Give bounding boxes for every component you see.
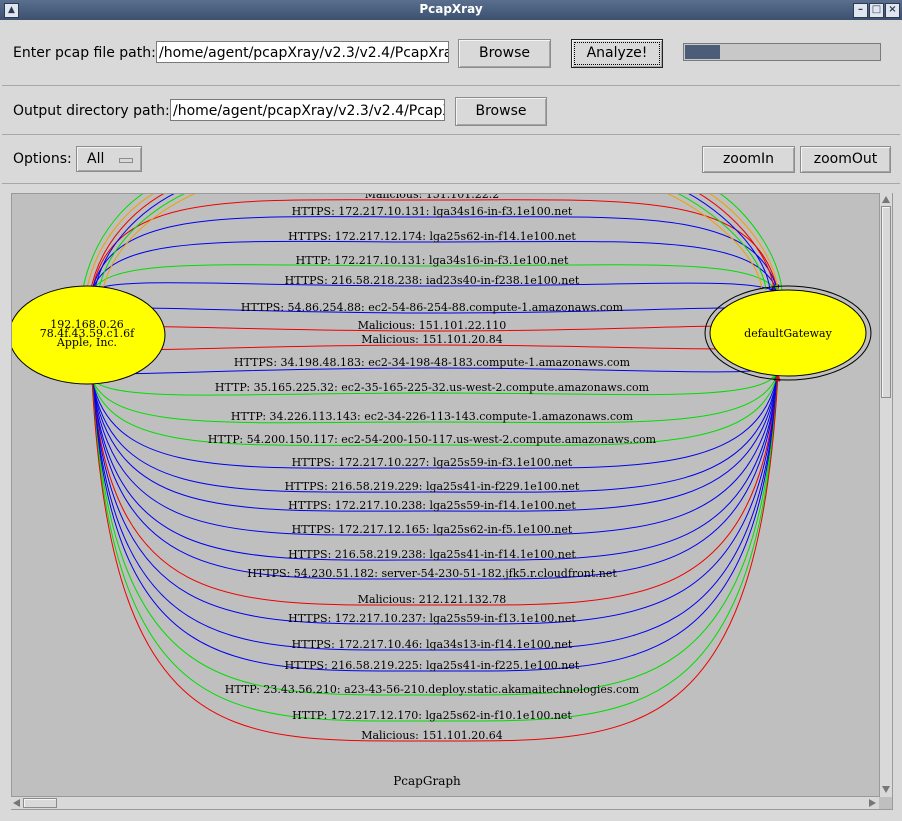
output-path-input[interactable]: /home/agent/pcapXray/v2.3/v2.4/PcapXray: [170, 99, 445, 121]
pcap-path-input[interactable]: /home/agent/pcapXray/v2.3/v2.4/PcapXray: [156, 41, 449, 63]
horizontal-scrollbar[interactable]: [11, 796, 879, 809]
scroll-right-icon[interactable]: [869, 799, 876, 807]
graph-edge-label: Malicious: 151.101.22.2: [365, 194, 500, 201]
graph-edge-label: HTTPS: 216.58.218.238: iad23s40-in-f238.…: [285, 274, 580, 287]
options-selected-value: All: [87, 151, 105, 167]
graph-edge-label: HTTPS: 216.58.219.229: lga25s41-in-f229.…: [285, 480, 580, 493]
graph-edge-label: HTTP: 23.43.56.210: a23-43-56-210.deploy…: [225, 683, 640, 696]
scroll-left-icon[interactable]: [13, 799, 20, 807]
graph-edge-label: HTTP: 172.217.10.131: lga34s16-in-f3.1e1…: [296, 254, 569, 267]
graph-edge-label: HTTPS: 216.58.219.238: lga25s41-in-f14.1…: [288, 548, 576, 561]
zoom-in-button[interactable]: zoomIn: [702, 146, 795, 173]
horizontal-scroll-thumb[interactable]: [23, 798, 57, 808]
target-node-label: defaultGateway: [744, 327, 832, 340]
graph-edge: [698, 194, 775, 291]
graph-edge-label: HTTP: 34.226.113.143: ec2-34-226-113-143…: [231, 410, 634, 423]
analysis-progress-bar: [683, 43, 881, 61]
output-browse-button[interactable]: Browse: [455, 97, 547, 126]
maximize-icon[interactable]: □: [869, 3, 884, 18]
graph-edge-label: Malicious: 151.101.20.84: [361, 333, 503, 346]
dropdown-indicator-icon: [119, 158, 133, 163]
graph-edge: [719, 194, 783, 291]
graph-edge-label: HTTP: 172.217.12.170: lga25s62-in-f10.1e…: [292, 709, 572, 722]
graph-edge-label: HTTPS: 54.230.51.182: server-54-230-51-1…: [247, 567, 617, 580]
options-select[interactable]: All: [76, 146, 142, 172]
options-label: Options:: [13, 151, 72, 167]
pcap-path-label: Enter pcap file path:: [13, 45, 156, 61]
options-row: Options: All zoomIn zoomOut: [2, 135, 900, 184]
graph-edge-label: HTTPS: 172.217.12.165: lga25s62-in-f5.1e…: [292, 523, 573, 536]
source-node[interactable]: 192.168.0.26 78.4f.43.59.c1.6f Apple, In…: [12, 285, 166, 385]
vertical-scrollbar[interactable]: [879, 193, 892, 797]
graph-edge-label: HTTPS: 172.217.12.174: lga25s62-in-f14.1…: [288, 230, 576, 243]
window-title: PcapXray: [419, 2, 483, 16]
graph-canvas[interactable]: Malicious: 151.101.22.2 HTTPS: 172.217.10…: [11, 193, 893, 810]
close-icon[interactable]: ×: [885, 3, 900, 18]
graph-edge-label: HTTPS: 216.58.219.225: lga25s41-in-f225.…: [285, 659, 580, 672]
file-path-row: Enter pcap file path: /home/agent/pcapXr…: [2, 22, 900, 86]
scroll-down-icon[interactable]: [882, 786, 890, 793]
graph-edge-label: HTTPS: 172.217.10.227: lga25s59-in-f3.1e…: [292, 456, 573, 469]
scroll-up-icon[interactable]: [882, 196, 890, 203]
analyze-button[interactable]: Analyze!: [571, 39, 663, 68]
output-path-label: Output directory path:: [13, 103, 170, 119]
graph-caption: PcapGraph: [393, 774, 461, 788]
graph-edge-label: Malicious: 151.101.20.64: [361, 729, 503, 742]
graph-edge-label: HTTPS: 34.198.48.183: ec2-34-198-48-183.…: [234, 356, 631, 369]
graph-edge-label: HTTPS: 172.217.10.237: lga25s59-in-f13.1…: [288, 612, 576, 625]
graph-edge-label: HTTPS: 54.86.254.88: ec2-54-86-254-88.co…: [241, 301, 624, 314]
target-node[interactable]: defaultGateway: [704, 285, 872, 381]
graph-edge: [677, 194, 767, 291]
graph-edge-label: HTTPS: 172.217.10.46: lga34s13-in-f14.1e…: [292, 638, 573, 651]
graph-edge-label: HTTP: 35.165.225.32: ec2-35-165-225-32.u…: [215, 381, 650, 394]
graph-edge-label: HTTP: 54.200.150.117: ec2-54-200-150-117…: [208, 433, 657, 446]
graph-edge-label: HTTPS: 172.217.10.131: lga34s16-in-f3.1e…: [292, 205, 573, 218]
vertical-scroll-thumb[interactable]: [881, 206, 891, 398]
pcap-graph: Malicious: 151.101.22.2 HTTPS: 172.217.10…: [12, 194, 872, 788]
minimize-icon[interactable]: –: [853, 3, 868, 18]
window-titlebar: ▲ PcapXray – □ ×: [0, 0, 902, 20]
zoom-out-button[interactable]: zoomOut: [800, 146, 891, 173]
graph-edge-label: Malicious: 212.121.132.78: [358, 593, 507, 606]
graph-edge-label: Malicious: 151.101.22.110: [358, 319, 507, 332]
progress-fill: [685, 45, 721, 59]
graph-edge: [688, 194, 771, 291]
pcap-browse-button[interactable]: Browse: [458, 39, 551, 68]
graph-edge-label: HTTPS: 172.217.10.238: lga25s59-in-f14.1…: [288, 499, 576, 512]
source-node-vendor: Apple, Inc.: [56, 336, 117, 349]
output-path-row: Output directory path: /home/agent/pcapX…: [2, 86, 900, 135]
